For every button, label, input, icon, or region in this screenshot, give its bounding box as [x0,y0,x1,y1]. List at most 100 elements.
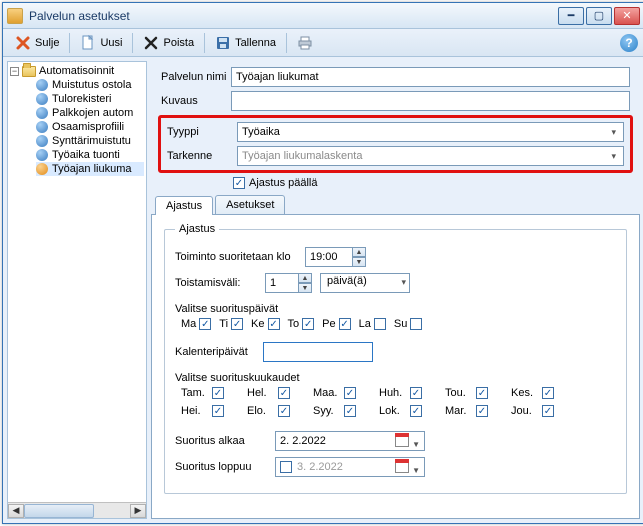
collapse-icon[interactable]: − [10,67,19,76]
tree-item[interactable]: Synttärimuistutu [36,134,144,148]
tab-settings[interactable]: Asetukset [215,195,285,214]
month-checkbox[interactable]: Huh. ✓ [379,387,437,399]
calendar-icon [395,433,409,447]
month-checkbox[interactable]: Jou. ✓ [511,405,569,417]
spin-buttons[interactable]: ▲▼ [352,247,366,267]
input-calendar-days[interactable] [263,342,373,362]
month-checkbox[interactable]: Elo. ✓ [247,405,305,417]
checkbox-icon[interactable]: ✓ [410,387,422,399]
month-checkbox[interactable]: Lok. ✓ [379,405,437,417]
month-checkbox[interactable]: Tou. ✓ [445,387,503,399]
tree-item[interactable]: Palkkojen autom [36,106,144,120]
tree-root[interactable]: − Automatisoinnit [10,64,144,78]
new-doc-icon [80,35,96,51]
label-detail: Tarkenne [167,150,237,162]
delete-button[interactable]: Poista [137,33,200,53]
new-label: Uusi [100,37,122,49]
close-window-button[interactable]: ✕ [614,7,640,25]
scroll-track[interactable] [24,504,130,518]
tree-item[interactable]: Työajan liukuma [36,162,144,176]
checkbox-icon[interactable]: ✓ [339,318,351,330]
toolbar: Sulje Uusi Poista Tallenna ? [3,29,643,57]
checkbox-icon[interactable]: ✓ [542,405,554,417]
month-label: Jou. [511,405,539,417]
checkbox-schedule-on[interactable]: ✓ [233,177,245,189]
spin-down-icon[interactable]: ▼ [298,283,312,293]
input-repeat-value[interactable] [265,273,299,293]
tab-settings-label: Asetukset [226,199,274,211]
spin-up-icon[interactable]: ▲ [298,273,312,283]
input-exec-time[interactable] [305,247,353,267]
checkbox-icon[interactable]: ✓ [476,405,488,417]
month-label: Syy. [313,405,341,417]
input-service-name[interactable] [231,67,630,87]
month-label: Huh. [379,387,407,399]
checkbox-icon[interactable]: ✓ [278,405,290,417]
repeat-spinner[interactable]: ▲▼ [265,273,312,293]
date-end[interactable]: 3. 2.2022 ▼ [275,457,425,477]
tree-item[interactable]: Tulorekisteri [36,92,144,106]
spin-down-icon[interactable]: ▼ [352,257,366,267]
day-checkbox[interactable]: Su [394,318,422,330]
checkbox-icon[interactable]: ✓ [212,387,224,399]
checkbox-icon[interactable]: ✓ [410,405,422,417]
tab-schedule[interactable]: Ajastus [155,196,213,215]
tree-item-label: Palkkojen autom [52,107,133,119]
scroll-right-icon[interactable]: ▶ [130,504,146,518]
print-button[interactable] [291,33,319,53]
day-checkbox[interactable]: To ✓ [288,318,315,330]
label-exec-at: Toiminto suoritetaan klo [175,251,305,263]
day-checkbox[interactable]: Ti ✓ [219,318,243,330]
minimize-button[interactable]: ━ [558,7,584,25]
month-checkbox[interactable]: Hei. ✓ [181,405,239,417]
checkbox-icon[interactable]: ✓ [302,318,314,330]
spin-buttons[interactable]: ▲▼ [298,273,312,293]
months-row-1: Tam. ✓Hel. ✓Maa. ✓Huh. ✓Tou. ✓Kes. ✓ [181,387,616,399]
tree-item[interactable]: Työaika tuonti [36,148,144,162]
checkbox-end-enabled[interactable] [280,461,292,473]
checkbox-icon[interactable] [374,318,386,330]
maximize-button[interactable]: ▢ [586,7,612,25]
checkbox-icon[interactable]: ✓ [231,318,243,330]
day-checkbox[interactable]: Ke ✓ [251,318,279,330]
close-button[interactable]: Sulje [9,33,65,53]
checkbox-icon[interactable]: ✓ [344,405,356,417]
month-checkbox[interactable]: Syy. ✓ [313,405,371,417]
checkbox-icon[interactable]: ✓ [212,405,224,417]
tree-item[interactable]: Osaamisprofiili [36,120,144,134]
month-checkbox[interactable]: Mar. ✓ [445,405,503,417]
help-button[interactable]: ? [620,34,638,52]
checkbox-icon[interactable]: ✓ [542,387,554,399]
checkbox-icon[interactable]: ✓ [344,387,356,399]
month-checkbox[interactable]: Tam. ✓ [181,387,239,399]
input-description[interactable] [231,91,630,111]
checkbox-icon[interactable]: ✓ [278,387,290,399]
row-description: Kuvaus [161,91,630,111]
select-repeat-unit[interactable]: päivä(ä) ▾ [320,273,410,293]
tree-item-label: Synttärimuistutu [52,135,131,147]
tree-item[interactable]: Muistutus ostola [36,78,144,92]
checkbox-icon[interactable] [410,318,422,330]
scroll-thumb[interactable] [24,504,94,518]
app-icon [7,8,23,24]
spin-up-icon[interactable]: ▲ [352,247,366,257]
select-type[interactable]: Työaika ▾ [237,122,624,142]
day-checkbox[interactable]: Ma ✓ [181,318,211,330]
new-button[interactable]: Uusi [74,33,128,53]
day-checkbox[interactable]: La [359,318,386,330]
checkbox-icon[interactable]: ✓ [268,318,280,330]
scroll-left-icon[interactable]: ◀ [8,504,24,518]
save-button[interactable]: Tallenna [209,33,282,53]
sidebar-h-scrollbar[interactable]: ◀ ▶ [8,502,146,518]
row-service-name: Palvelun nimi [161,67,630,87]
month-checkbox[interactable]: Kes. ✓ [511,387,569,399]
time-picker[interactable]: ▲▼ [305,247,366,267]
checkbox-icon[interactable]: ✓ [199,318,211,330]
checkbox-icon[interactable]: ✓ [476,387,488,399]
date-start[interactable]: 2. 2.2022 ▼ [275,431,425,451]
select-detail[interactable]: Työajan liukumalaskenta ▾ [237,146,624,166]
month-checkbox[interactable]: Hel. ✓ [247,387,305,399]
month-checkbox[interactable]: Maa. ✓ [313,387,371,399]
day-checkbox[interactable]: Pe ✓ [322,318,350,330]
close-label: Sulje [35,37,59,49]
